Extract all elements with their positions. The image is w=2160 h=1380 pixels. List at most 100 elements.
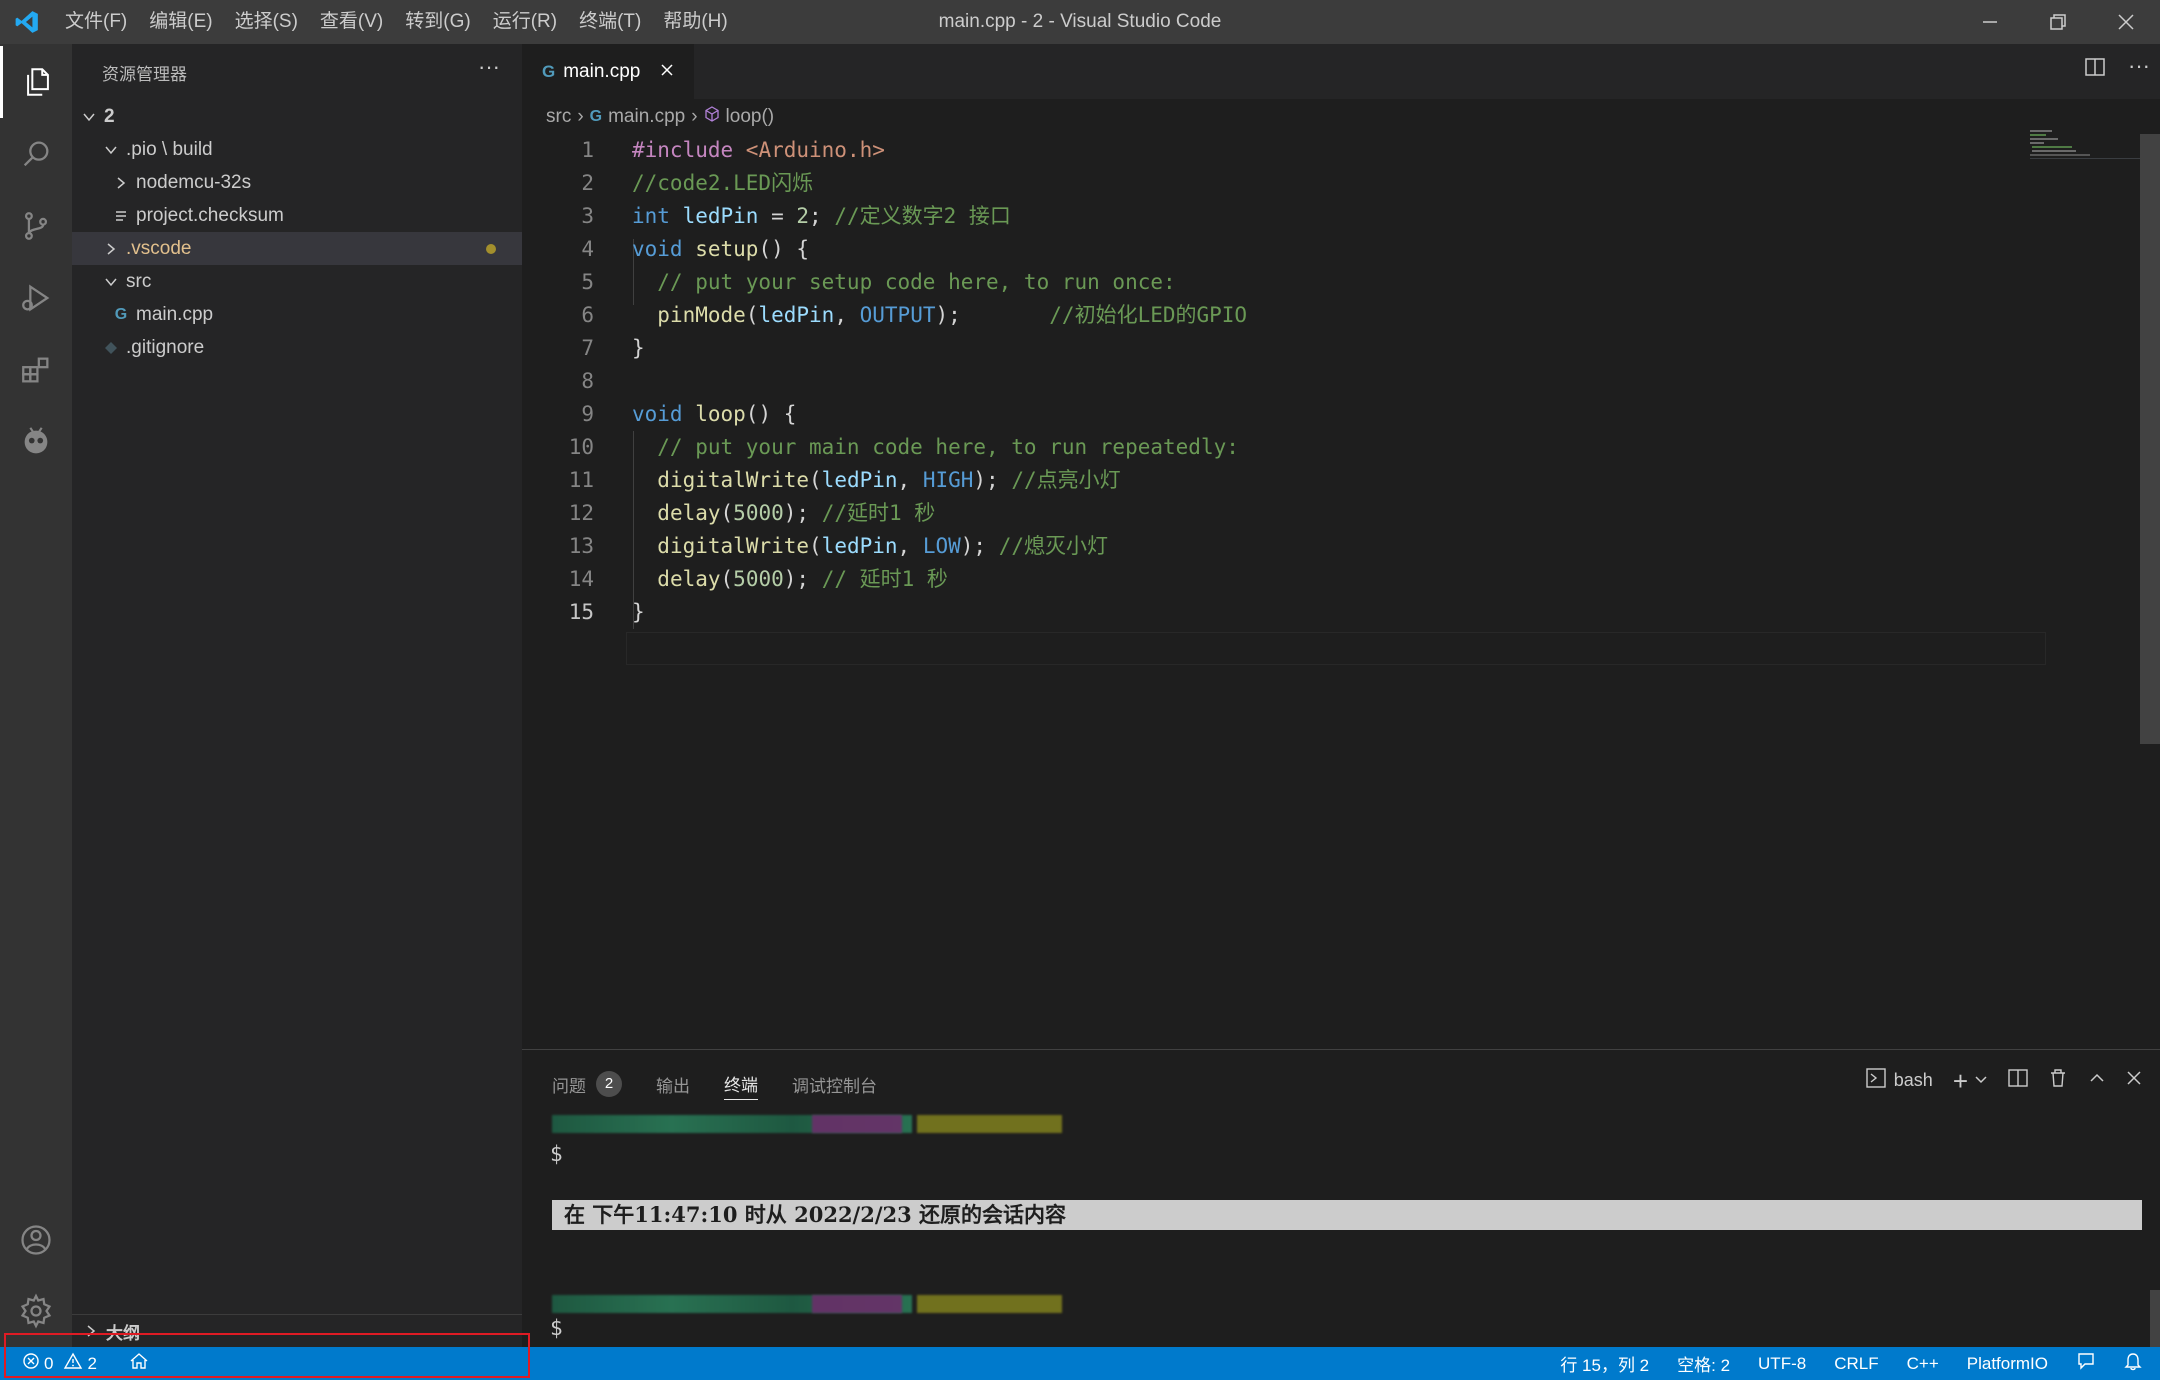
- terminal-shell-label[interactable]: bash: [1894, 1070, 1933, 1091]
- feedback-icon[interactable]: [2076, 1351, 2096, 1376]
- close-tab-icon[interactable]: [660, 61, 674, 83]
- menu-item[interactable]: 帮助(H): [652, 0, 738, 44]
- code-token: }: [632, 600, 645, 624]
- tree-item[interactable]: .pio \ build: [72, 133, 522, 166]
- maximize-panel-icon[interactable]: [2088, 1069, 2106, 1092]
- code-token: //定义数字2 接口: [834, 204, 1011, 228]
- code-line: 9 void loop() {: [522, 398, 2122, 431]
- code-line: 8: [522, 365, 2122, 398]
- code-token: digitalWrite: [657, 468, 810, 492]
- tab-main-cpp[interactable]: G main.cpp: [522, 44, 695, 99]
- line-ending[interactable]: CRLF: [1834, 1354, 1878, 1374]
- code-text: digitalWrite(ledPin, LOW); //熄灭小灯: [632, 530, 1108, 563]
- minimap[interactable]: [2030, 128, 2140, 168]
- menu-item[interactable]: 转到(G): [394, 0, 481, 44]
- restore-icon[interactable]: [2024, 0, 2092, 44]
- code-text: }: [632, 332, 645, 365]
- code-token: loop: [695, 402, 746, 426]
- menu-item[interactable]: 编辑(E): [138, 0, 223, 44]
- breadcrumb-file[interactable]: main.cpp: [608, 106, 685, 128]
- new-terminal-icon[interactable]: +: [1953, 1068, 1968, 1094]
- search-icon[interactable]: [0, 118, 72, 190]
- tree-item[interactable]: 2: [72, 100, 522, 133]
- bell-icon[interactable]: [2124, 1351, 2142, 1376]
- tree-item-label: .gitignore: [126, 336, 205, 358]
- vscode-logo-icon: [0, 0, 54, 44]
- tree-item[interactable]: nodemcu-32s: [72, 166, 522, 199]
- bottom-panel: 问题 2 输出 终端 调试控制台 bash + $ 在 下午11:47:10 时从 20…: [522, 1049, 2160, 1350]
- extensions-icon[interactable]: [0, 334, 72, 406]
- encoding[interactable]: UTF-8: [1758, 1354, 1806, 1374]
- chevron-down-icon[interactable]: [1974, 1070, 1988, 1091]
- code-token: (: [809, 534, 822, 558]
- account-icon[interactable]: [0, 1204, 72, 1276]
- code-token: 5000: [733, 567, 784, 591]
- panel-tab[interactable]: 终端: [724, 1068, 758, 1100]
- code-token: ;: [809, 204, 835, 228]
- breadcrumb-src[interactable]: src: [546, 106, 571, 128]
- code-token: //延时1 秒: [821, 501, 936, 525]
- code-token: (: [720, 567, 734, 591]
- menu-item[interactable]: 终端(T): [568, 0, 652, 44]
- editor-more-icon[interactable]: ···: [2128, 55, 2150, 83]
- tree-item[interactable]: src: [72, 265, 522, 298]
- problems-count-badge: 2: [596, 1071, 622, 1097]
- tree-item[interactable]: Gmain.cpp: [72, 298, 522, 331]
- panel-tab[interactable]: 输出: [656, 1068, 690, 1100]
- code-line: 15}: [522, 596, 2122, 629]
- terminal-scrollbar[interactable]: [2150, 1290, 2160, 1350]
- split-terminal-icon[interactable]: [2008, 1068, 2028, 1093]
- code-token: (: [720, 501, 734, 525]
- chevron-down-icon: [102, 273, 120, 291]
- more-actions-icon[interactable]: ···: [478, 54, 500, 80]
- panel-tab[interactable]: 调试控制台: [792, 1068, 877, 1100]
- indentation[interactable]: 空格: 2: [1677, 1351, 1730, 1376]
- editor-area: G main.cpp ··· src › G main.cpp › loop()…: [522, 44, 2160, 1049]
- code-line: 5 // put your setup code here, to run on…: [522, 266, 2122, 299]
- code-text: delay(5000); // 延时1 秒: [632, 563, 948, 596]
- cpp-file-icon: G: [542, 61, 556, 81]
- panel-tab-label: 输出: [656, 1076, 690, 1096]
- line-number: 15: [568, 600, 594, 624]
- split-editor-icon[interactable]: [2084, 56, 2106, 83]
- tree-item[interactable]: .vscode: [72, 232, 522, 265]
- menu-item[interactable]: 查看(V): [309, 0, 394, 44]
- editor-scrollbar[interactable]: [2140, 134, 2160, 744]
- symbol-method-icon: [704, 106, 720, 128]
- tree-item-label: .pio \ build: [126, 138, 213, 160]
- code-token: (: [745, 303, 759, 327]
- trash-icon[interactable]: [2048, 1068, 2068, 1093]
- code-line: 14 delay(5000); // 延时1 秒: [522, 563, 2122, 596]
- source-control-icon[interactable]: [0, 190, 72, 262]
- code-token: ledPin: [821, 534, 898, 558]
- cursor-position[interactable]: 行 15，列 2: [1560, 1351, 1649, 1376]
- language-mode[interactable]: C++: [1907, 1354, 1939, 1374]
- close-window-icon[interactable]: [2092, 0, 2160, 44]
- tree-item[interactable]: project.checksum: [72, 199, 522, 232]
- run-debug-icon[interactable]: [0, 262, 72, 334]
- code-text: #include <Arduino.h>: [632, 134, 885, 167]
- code-token: () {: [745, 402, 797, 426]
- menu-item[interactable]: 选择(S): [224, 0, 309, 44]
- cpp-file-icon: G: [114, 305, 128, 323]
- modified-dot-icon: [486, 243, 496, 254]
- menu-item[interactable]: 运行(R): [482, 0, 568, 44]
- code-line: 13 digitalWrite(ledPin, LOW); //熄灭小灯: [522, 530, 2122, 563]
- line-number: 3: [581, 204, 594, 228]
- code-text: }: [632, 596, 645, 629]
- platformio-icon[interactable]: [0, 406, 72, 478]
- tree-item-label: nodemcu-32s: [136, 171, 252, 193]
- breadcrumb-symbol[interactable]: loop(): [726, 106, 775, 128]
- panel-tab[interactable]: 问题 2: [552, 1068, 622, 1100]
- menu-item[interactable]: 文件(F): [54, 0, 138, 44]
- panel-tab-label: 终端: [724, 1076, 758, 1095]
- minimize-icon[interactable]: [1956, 0, 2024, 44]
- tree-item[interactable]: .gitignore: [72, 331, 522, 364]
- platformio-status[interactable]: PlatformIO: [1967, 1354, 2048, 1374]
- code-line: 3 int ledPin = 2; //定义数字2 接口: [522, 200, 2122, 233]
- code-token: HIGH: [922, 468, 974, 492]
- explorer-icon[interactable]: [0, 46, 72, 118]
- close-panel-icon[interactable]: [2126, 1070, 2142, 1091]
- code-token: (: [809, 468, 822, 492]
